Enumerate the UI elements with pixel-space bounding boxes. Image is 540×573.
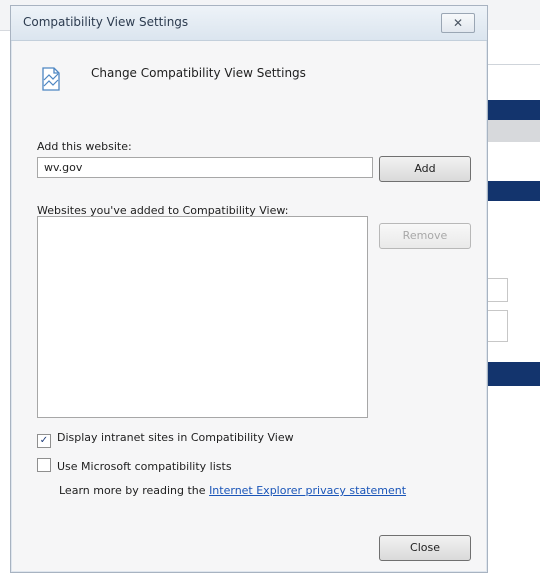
nav-band bbox=[486, 181, 540, 201]
intranet-label: Display intranet sites in Compatibility … bbox=[57, 431, 294, 444]
intranet-checkbox[interactable]: ✓ bbox=[37, 434, 51, 448]
close-icon: ✕ bbox=[452, 16, 464, 30]
close-window-button[interactable]: ✕ bbox=[441, 13, 475, 33]
dialog-titlebar: Compatibility View Settings ✕ bbox=[11, 6, 487, 41]
remove-button[interactable]: Remove bbox=[379, 223, 471, 249]
add-website-label: Add this website: bbox=[37, 140, 132, 153]
ms-lists-label: Use Microsoft compatibility lists bbox=[57, 460, 232, 473]
nav-band bbox=[486, 362, 540, 386]
dialog-title: Compatibility View Settings bbox=[23, 15, 189, 29]
added-websites-list[interactable] bbox=[37, 216, 368, 418]
compatibility-view-dialog: Compatibility View Settings ✕ Change Com… bbox=[10, 5, 488, 573]
nav-gray-band bbox=[486, 120, 540, 142]
website-input[interactable] bbox=[37, 157, 373, 178]
privacy-note-text: Learn more by reading the bbox=[59, 484, 206, 497]
intranet-option[interactable]: ✓ Display intranet sites in Compatibility… bbox=[37, 431, 294, 448]
compatibility-page-icon bbox=[42, 67, 60, 91]
privacy-statement-link[interactable]: Internet Explorer privacy statement bbox=[209, 484, 406, 497]
close-button[interactable]: Close bbox=[379, 535, 471, 561]
dialog-heading: Change Compatibility View Settings bbox=[91, 66, 306, 80]
page-box bbox=[486, 310, 508, 342]
page-header-strip bbox=[486, 30, 540, 65]
privacy-note: Learn more by reading the Internet Explo… bbox=[59, 484, 406, 497]
page-box bbox=[486, 278, 508, 302]
add-button[interactable]: Add bbox=[379, 156, 471, 182]
nav-band bbox=[486, 100, 540, 120]
ms-lists-option[interactable]: Use Microsoft compatibility lists bbox=[37, 458, 232, 473]
ms-lists-checkbox[interactable] bbox=[37, 458, 51, 472]
